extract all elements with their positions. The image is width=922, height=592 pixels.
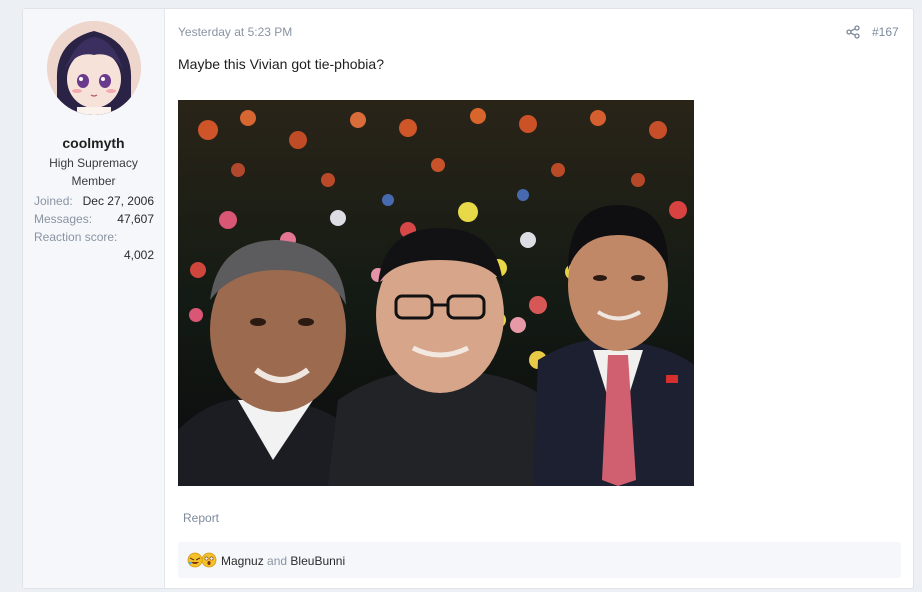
rofl-emoji-icon [187, 552, 203, 568]
post-message: Maybe this Vivian got tie-phobia? [178, 56, 384, 72]
stat-label: Joined: [34, 194, 73, 208]
user-info-column: coolmyth High Supremacy Member Joined: D… [23, 9, 165, 588]
username[interactable]: coolmyth [23, 135, 164, 151]
stat-value: 4,002 [123, 248, 154, 262]
stat-messages: Messages: 47,607 [34, 212, 154, 228]
stat-value[interactable]: 47,607 [117, 212, 154, 226]
reactions-text: Magnuz and BleuBunni [221, 554, 345, 568]
stat-label: Messages: [34, 212, 93, 226]
share-icon[interactable] [846, 25, 860, 39]
stat-joined: Joined: Dec 27, 2006 [34, 194, 154, 210]
report-link[interactable]: Report [183, 511, 219, 525]
post-date[interactable]: Yesterday at 5:23 PM [178, 25, 292, 39]
astonished-emoji-icon [201, 552, 217, 568]
stat-value: Dec 27, 2006 [82, 194, 154, 208]
post-card: coolmyth High Supremacy Member Joined: D… [22, 8, 914, 589]
reaction-joiner: and [267, 554, 288, 568]
avatar[interactable] [47, 21, 141, 115]
reaction-emojis-icon [187, 552, 217, 568]
post-image[interactable] [178, 100, 694, 486]
reactions-bar[interactable]: Magnuz and BleuBunni [178, 542, 901, 578]
user-title: High Supremacy Member [49, 156, 138, 188]
reaction-user-link[interactable]: BleuBunni [290, 554, 345, 568]
post-number-link[interactable]: #167 [872, 25, 899, 39]
reaction-user-link[interactable]: Magnuz [221, 554, 264, 568]
stat-label: Reaction score: [34, 230, 118, 244]
stat-reaction-score: Reaction score: [34, 230, 154, 246]
